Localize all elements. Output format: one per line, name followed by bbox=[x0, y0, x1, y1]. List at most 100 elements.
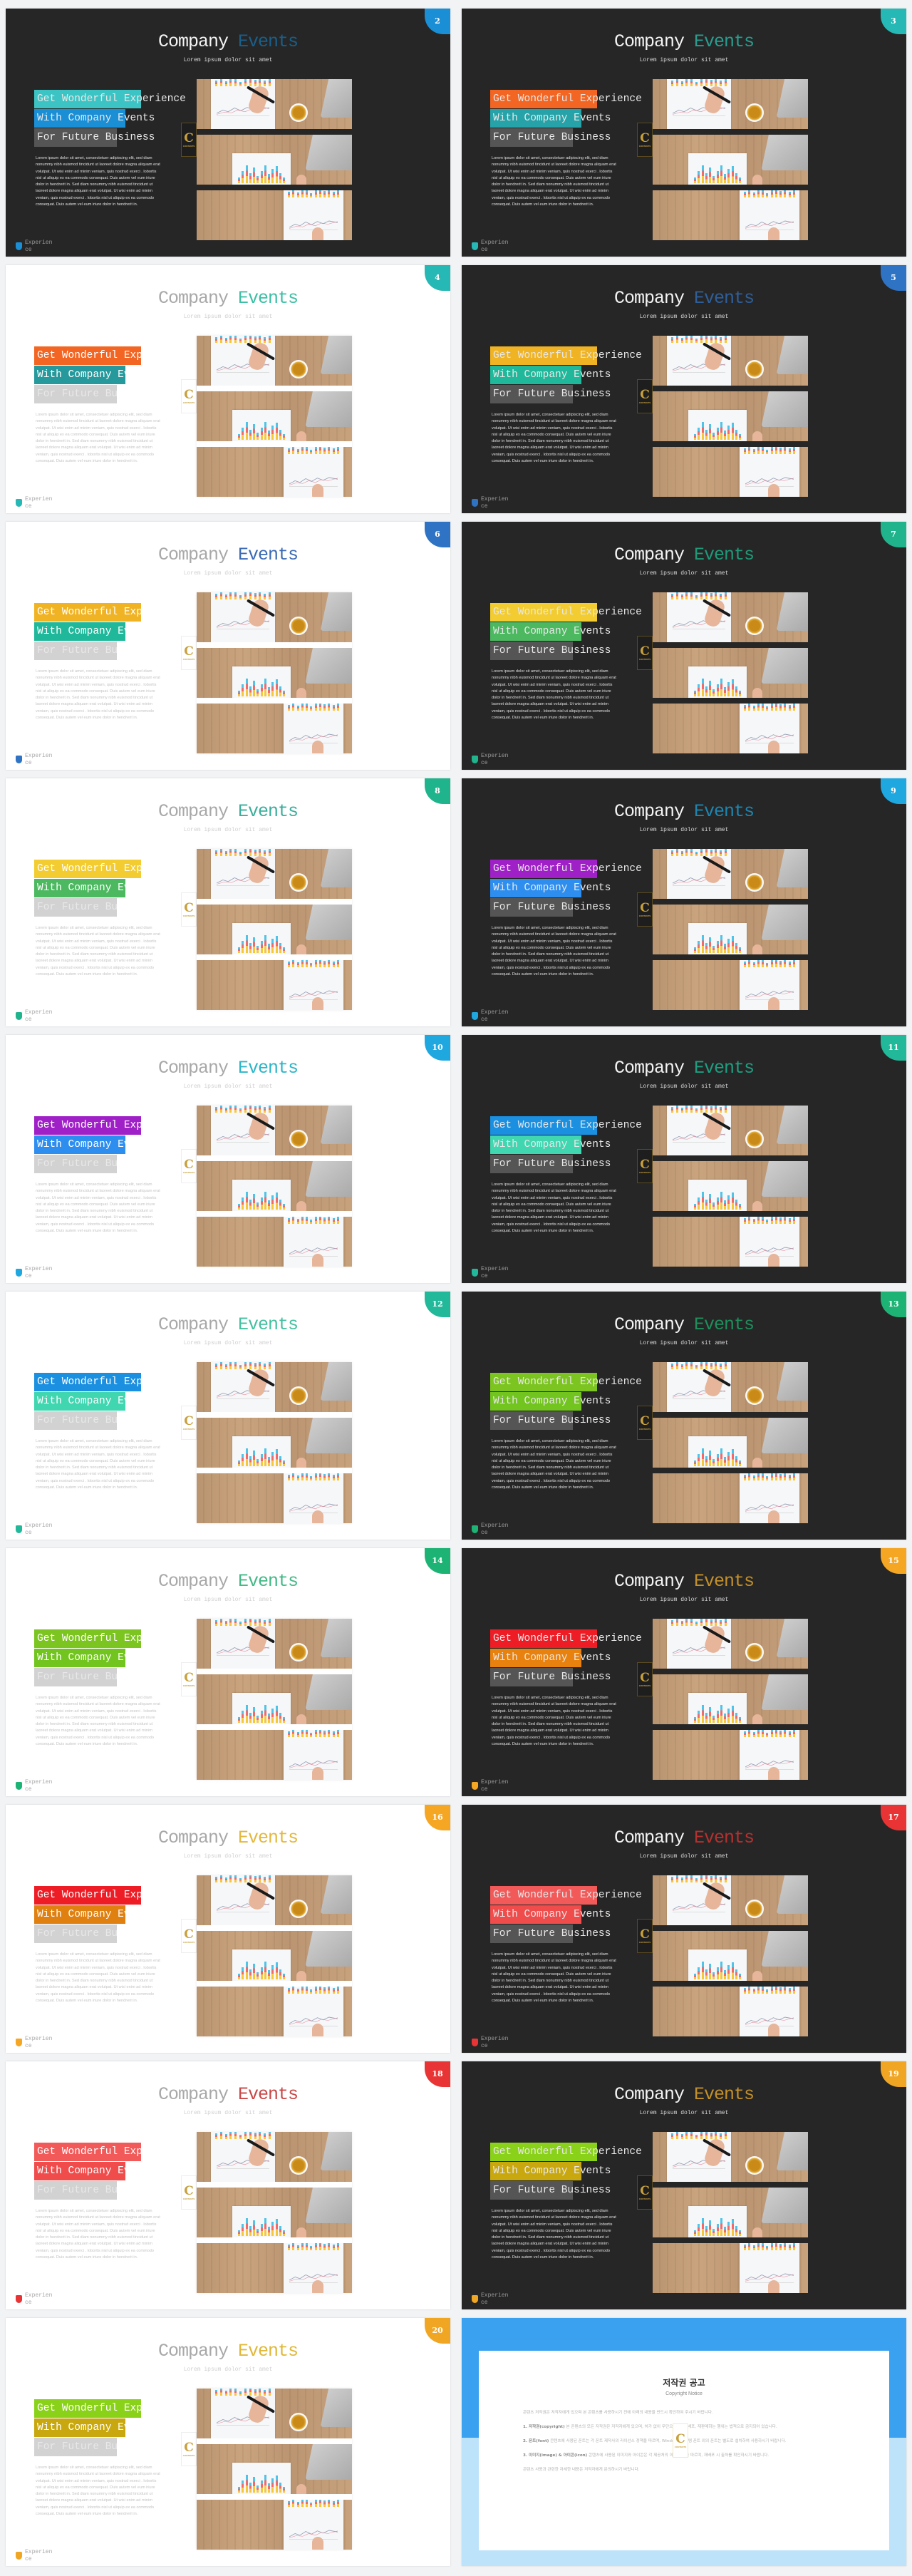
footer-brand: Experien ce bbox=[16, 496, 52, 510]
slide-cell-8[interactable]: 8 Company Events Lorem ipsum dolor sit a… bbox=[0, 774, 456, 1031]
slide-thumbnail[interactable]: 6 Company Events Lorem ipsum dolor sit a… bbox=[6, 522, 450, 770]
slide-thumbnail[interactable]: 10 Company Events Lorem ipsum dolor sit … bbox=[6, 1035, 450, 1283]
bar-chart-graphic bbox=[744, 1730, 795, 1737]
bar-chart-graphic bbox=[288, 1730, 339, 1737]
photo-pointing-at-chart bbox=[653, 1987, 808, 2036]
photo-writing-on-chart bbox=[653, 1619, 808, 1669]
slide-cell-16[interactable]: 16 Company Events Lorem ipsum dolor sit … bbox=[0, 1800, 456, 2057]
slide-cell-9[interactable]: 9 Company Events Lorem ipsum dolor sit a… bbox=[456, 774, 912, 1031]
mini-bar bbox=[310, 193, 313, 197]
slide-cell-14[interactable]: 14 Company Events Lorem ipsum dolor sit … bbox=[0, 1544, 456, 1800]
mini-bar bbox=[245, 2474, 248, 2493]
slide-thumbnail[interactable]: 17 Company Events Lorem ipsum dolor sit … bbox=[462, 1805, 906, 2053]
slide-thumbnail[interactable]: 16 Company Events Lorem ipsum dolor sit … bbox=[6, 1805, 450, 2053]
slide-cell-18[interactable]: 18 Company Events Lorem ipsum dolor sit … bbox=[0, 2057, 456, 2314]
slide-cell-4[interactable]: 4 Company Events Lorem ipsum dolor sit a… bbox=[0, 261, 456, 517]
mini-bar bbox=[229, 592, 232, 599]
slide-title: Company Events bbox=[6, 2341, 450, 2361]
photo-bar-chart-on-desk bbox=[197, 391, 352, 441]
mini-bar bbox=[249, 1875, 252, 1882]
mini-bar bbox=[748, 960, 751, 967]
mini-bar bbox=[229, 1875, 232, 1882]
logo-letter: C bbox=[640, 130, 650, 145]
contents-logo-badge: C CONTENTS bbox=[181, 2175, 197, 2210]
title-word-company: Company bbox=[613, 545, 685, 565]
mini-bar bbox=[260, 1967, 263, 1979]
slide-cell-13[interactable]: 13 Company Events Lorem ipsum dolor sit … bbox=[456, 1287, 912, 1544]
title-word-company: Company bbox=[157, 1828, 229, 1848]
photo-writing-on-chart bbox=[653, 849, 808, 899]
shield-icon bbox=[16, 2552, 22, 2560]
bar-chart-graphic bbox=[215, 79, 271, 86]
slide-cell-10[interactable]: 10 Company Events Lorem ipsum dolor sit … bbox=[0, 1031, 456, 1287]
mini-bar bbox=[744, 704, 746, 711]
footer-line-1: Experien bbox=[481, 496, 509, 503]
mini-bar bbox=[292, 960, 295, 967]
slide-cell-2[interactable]: 2 Company Events Lorem ipsum dolor sit a… bbox=[0, 4, 456, 261]
slide-number: 19 bbox=[888, 2068, 899, 2078]
body-paragraph: Lorem ipsum dolor sit amet, consectetuer… bbox=[492, 2209, 616, 2260]
shield-icon bbox=[16, 1525, 22, 1533]
slide-number-badge: 20 bbox=[425, 2318, 450, 2344]
slide-thumbnail[interactable]: 15 Company Events Lorem ipsum dolor sit … bbox=[462, 1548, 906, 1796]
mini-bar bbox=[709, 1193, 711, 1210]
slide-cell-copyright[interactable]: 저작권 공고 Copyright Notice 콘텐츠 저작권은 저작자에게 있… bbox=[456, 2314, 912, 2570]
mini-bar bbox=[710, 850, 712, 856]
headline-3-text: For Future Business bbox=[37, 132, 155, 143]
slide-cell-12[interactable]: 12 Company Events Lorem ipsum dolor sit … bbox=[0, 1287, 456, 1544]
copyright-slide[interactable]: 저작권 공고 Copyright Notice 콘텐츠 저작권은 저작자에게 있… bbox=[462, 2318, 906, 2566]
mini-bar bbox=[310, 706, 313, 711]
slide-cell-11[interactable]: 11 Company Events Lorem ipsum dolor sit … bbox=[456, 1031, 912, 1287]
headline-2: With Company Events bbox=[34, 2162, 125, 2180]
slide-cell-20[interactable]: 20 Company Events Lorem ipsum dolor sit … bbox=[0, 2314, 456, 2570]
slide-thumbnail[interactable]: 7 Company Events Lorem ipsum dolor sit a… bbox=[462, 522, 906, 770]
mini-bar bbox=[727, 682, 730, 696]
hand-image bbox=[752, 2227, 762, 2237]
slide-thumbnail[interactable]: 19 Company Events Lorem ipsum dolor sit … bbox=[462, 2061, 906, 2309]
slide-cell-19[interactable]: 19 Company Events Lorem ipsum dolor sit … bbox=[456, 2057, 912, 2314]
mini-bar bbox=[675, 849, 678, 856]
slide-cell-5[interactable]: 5 Company Events Lorem ipsum dolor sit a… bbox=[456, 261, 912, 517]
footer-line-2: ce bbox=[481, 2043, 488, 2049]
slide-thumbnail[interactable]: 11 Company Events Lorem ipsum dolor sit … bbox=[462, 1035, 906, 1283]
slide-title: Company Events bbox=[6, 1058, 450, 1078]
mini-bar bbox=[239, 82, 242, 86]
laptop-image bbox=[320, 336, 352, 374]
headline-1: Get Wonderful Experience bbox=[34, 1116, 141, 1135]
slide-cell-3[interactable]: 3 Company Events Lorem ipsum dolor sit a… bbox=[456, 4, 912, 261]
logo-caption: CONTENTS bbox=[182, 1684, 195, 1687]
slide-number-badge: 10 bbox=[425, 1035, 450, 1061]
mini-bar bbox=[292, 1730, 295, 1737]
mini-bar bbox=[242, 1454, 244, 1466]
contents-logo-badge: C CONTENTS bbox=[637, 892, 653, 927]
slide-thumbnail[interactable]: 12 Company Events Lorem ipsum dolor sit … bbox=[6, 1292, 450, 1540]
slide-thumbnail[interactable]: 5 Company Events Lorem ipsum dolor sit a… bbox=[462, 265, 906, 513]
slide-thumbnail[interactable]: 2 Company Events Lorem ipsum dolor sit a… bbox=[6, 9, 450, 257]
mini-bar bbox=[283, 1203, 285, 1210]
slide-number: 3 bbox=[891, 16, 896, 26]
slide-thumbnail[interactable]: 14 Company Events Lorem ipsum dolor sit … bbox=[6, 1548, 450, 1796]
mini-bar bbox=[301, 447, 304, 454]
slide-thumbnail[interactable]: 4 Company Events Lorem ipsum dolor sit a… bbox=[6, 265, 450, 513]
mini-bar bbox=[731, 936, 734, 953]
slide-thumbnail[interactable]: 3 Company Events Lorem ipsum dolor sit a… bbox=[462, 9, 906, 257]
slide-thumbnail[interactable]: 9 Company Events Lorem ipsum dolor sit a… bbox=[462, 778, 906, 1026]
mini-bar bbox=[720, 421, 722, 440]
slide-thumbnail[interactable]: 13 Company Events Lorem ipsum dolor sit … bbox=[462, 1292, 906, 1540]
mini-bar bbox=[242, 1711, 244, 1723]
slide-cell-17[interactable]: 17 Company Events Lorem ipsum dolor sit … bbox=[456, 1800, 912, 2057]
laptop-image bbox=[320, 2132, 352, 2170]
coffee-cup-image bbox=[745, 1130, 764, 1148]
mini-bar bbox=[260, 684, 263, 696]
mini-bar bbox=[259, 79, 261, 86]
slide-thumbnail[interactable]: 18 Company Events Lorem ipsum dolor sit … bbox=[6, 2061, 450, 2309]
mini-bar bbox=[318, 1217, 321, 1224]
slide-cell-6[interactable]: 6 Company Events Lorem ipsum dolor sit a… bbox=[0, 517, 456, 774]
slide-subtitle: Lorem ipsum dolor sit amet bbox=[183, 570, 273, 577]
mini-bar bbox=[698, 1967, 700, 1979]
slide-thumbnail[interactable]: 20 Company Events Lorem ipsum dolor sit … bbox=[6, 2318, 450, 2566]
slide-thumbnail[interactable]: 8 Company Events Lorem ipsum dolor sit a… bbox=[6, 778, 450, 1026]
footer-brand: Experien ce bbox=[16, 2036, 52, 2050]
slide-cell-7[interactable]: 7 Company Events Lorem ipsum dolor sit a… bbox=[456, 517, 912, 774]
slide-cell-15[interactable]: 15 Company Events Lorem ipsum dolor sit … bbox=[456, 1544, 912, 1800]
